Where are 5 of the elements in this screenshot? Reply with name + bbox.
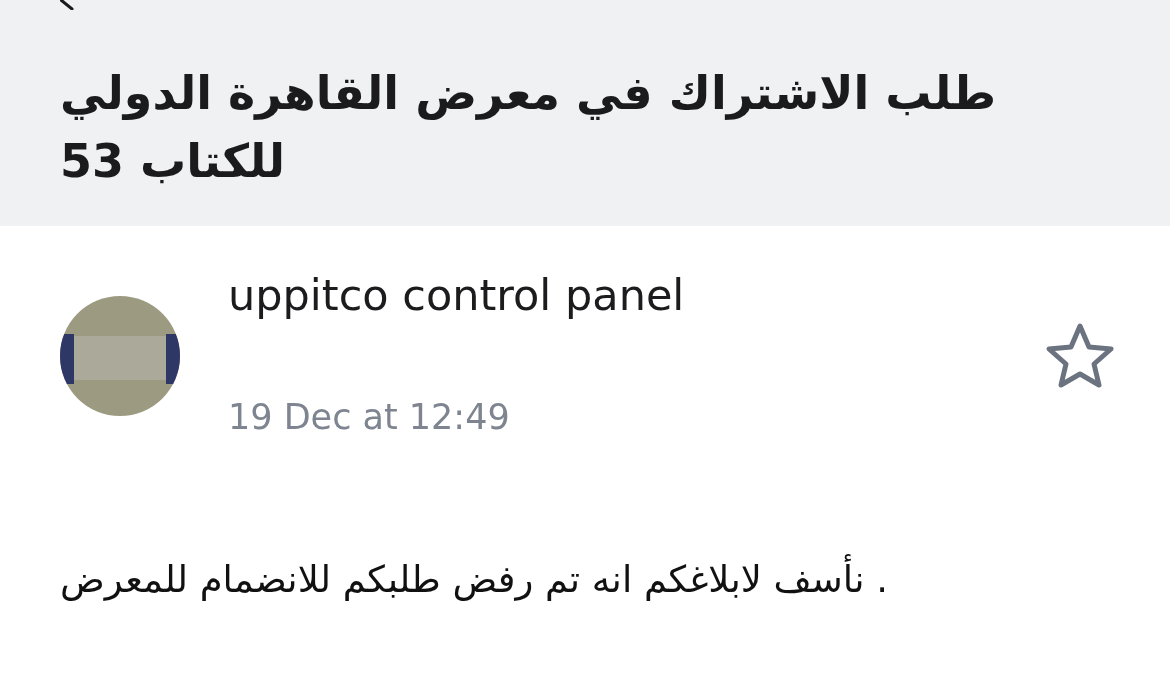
star-icon[interactable] [1045, 322, 1115, 389]
back-chevron-icon[interactable] [60, 0, 74, 10]
message-date: 19 Dec at 12:49 [228, 396, 510, 439]
sender-name: uppitco control panel [228, 270, 685, 320]
email-subject: طلب الاشتراك في معرض القاهرة الدولي للكتاب 53 [60, 65, 998, 190]
